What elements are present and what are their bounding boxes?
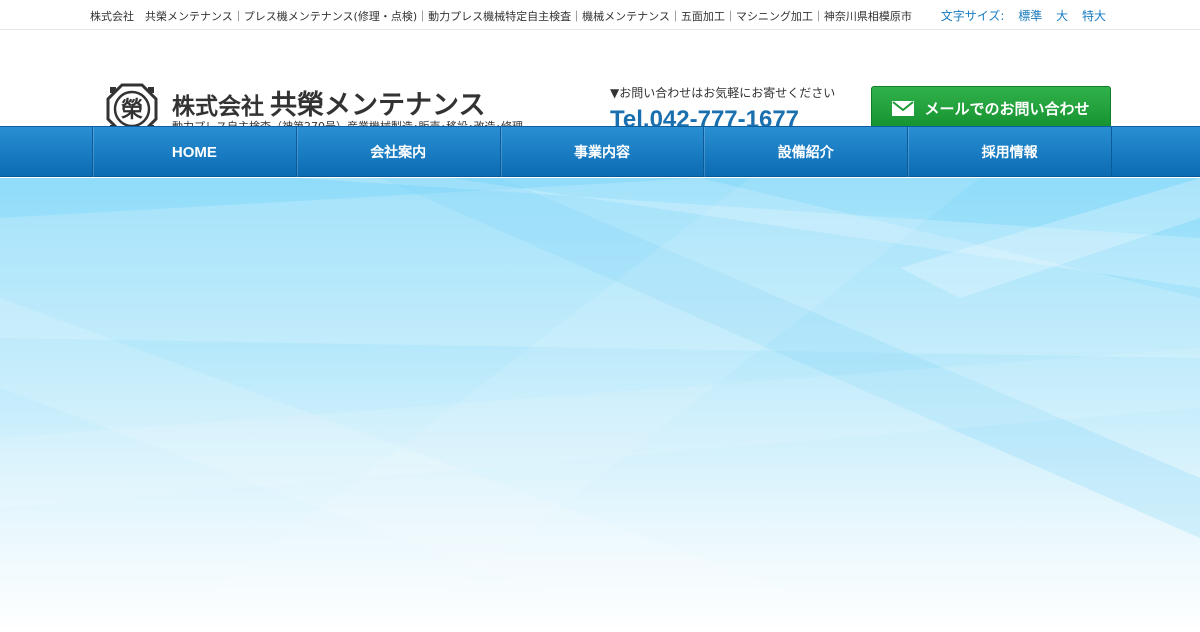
nav-equipment[interactable]: 設備紹介 <box>704 127 909 177</box>
contact-note: ▼お問い合わせはお気軽にお寄せください <box>610 86 836 100</box>
main-navigation: HOME 会社案内 事業内容 設備紹介 採用情報 <box>0 126 1200 177</box>
envelope-icon <box>892 101 915 116</box>
font-size-standard[interactable]: 標準 <box>1018 9 1042 23</box>
font-size-extra-large[interactable]: 特大 <box>1082 9 1106 23</box>
svg-text:榮: 榮 <box>121 98 143 123</box>
nav-business[interactable]: 事業内容 <box>501 127 705 177</box>
mail-button-label: メールでのお問い合わせ <box>924 100 1090 118</box>
top-bar: 株式会社 共榮メンテナンス｜プレス機メンテナンス(修理・点検)｜動力プレス機械特… <box>0 0 1200 30</box>
nav-home[interactable]: HOME <box>93 127 297 177</box>
company-name: 共榮メンテナンス <box>270 90 486 121</box>
font-size-switcher: 文字サイズ: 標準 大 特大 <box>941 7 1106 24</box>
nav-recruit[interactable]: 採用情報 <box>908 127 1112 177</box>
hero-background-graphic <box>0 178 1200 632</box>
font-size-large[interactable]: 大 <box>1056 9 1068 23</box>
nav-company[interactable]: 会社案内 <box>297 127 501 177</box>
mail-contact-button[interactable]: メールでのお問い合わせ <box>871 86 1111 131</box>
seo-keywords: 株式会社 共榮メンテナンス｜プレス機メンテナンス(修理・点検)｜動力プレス機械特… <box>90 10 912 23</box>
company-prefix: 株式会社 <box>172 94 264 120</box>
company-logo-text[interactable]: 株式会社 共榮メンテナンス <box>172 83 485 122</box>
font-size-label: 文字サイズ: <box>940 9 1005 23</box>
site-header: 榮 株式会社共榮メンテナンス 動力プレス自主検査（神第270号）産業機械製造･販… <box>0 30 1200 135</box>
hero-banner <box>0 178 1200 632</box>
